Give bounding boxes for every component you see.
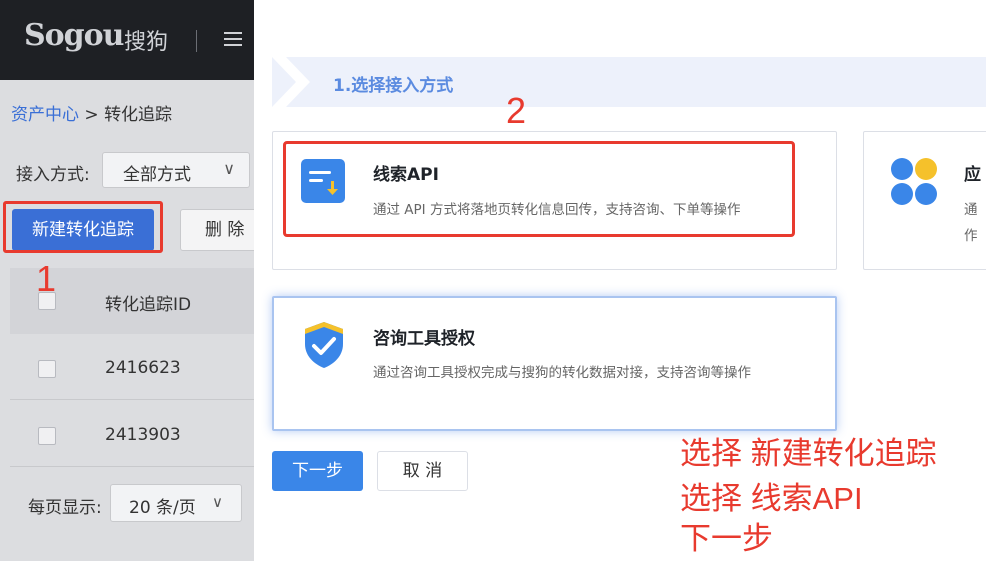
app-grid-icon (891, 158, 937, 205)
step-chevron-icon (272, 57, 310, 107)
card-title: 咨询工具授权 (373, 329, 475, 349)
left-panel: Sogou 搜狗 资产中心 > 转化追踪 接入方式: 全部方式 ∨ 新建转化追踪… (0, 0, 260, 561)
row-id: 2416623 (105, 358, 181, 378)
card-consult-tool-auth[interactable]: 咨询工具授权 通过咨询工具授权完成与搜狗的转化数据对接，支持咨询等操作 (272, 296, 837, 431)
column-header-id: 转化追踪ID (105, 295, 192, 315)
annotation-instruction: 选择 线索API (680, 481, 863, 516)
annotation-instruction: 下一步 (680, 521, 773, 556)
topbar-divider (196, 30, 197, 52)
breadcrumb-separator: > (79, 105, 105, 125)
page-size-value: 20 条/页 (129, 498, 196, 518)
card-description: 通 (964, 202, 978, 218)
breadcrumb-asset-center[interactable]: 资产中心 (11, 105, 79, 125)
hamburger-menu-icon[interactable] (224, 32, 242, 46)
row-checkbox[interactable] (38, 360, 56, 378)
row-id: 2413903 (105, 425, 181, 445)
page-size-label: 每页显示: (28, 498, 102, 518)
top-navbar: Sogou 搜狗 (0, 0, 254, 80)
annotation-instruction: 选择 新建转化追踪 (680, 436, 937, 471)
card-app[interactable]: 应 通 作 (863, 131, 986, 270)
table-row: 2416623 (10, 334, 254, 400)
annotation-number-2: 2 (506, 90, 527, 131)
annotation-highlight-lead-api (283, 141, 795, 237)
next-step-button[interactable]: 下一步 (272, 451, 363, 491)
sogou-logo[interactable]: Sogou (24, 18, 124, 53)
annotation-highlight-create (3, 201, 163, 253)
access-method-select[interactable]: 全部方式 ∨ (102, 152, 250, 188)
row-checkbox[interactable] (38, 427, 56, 445)
breadcrumb-current: 转化追踪 (104, 105, 173, 125)
chevron-down-icon: ∨ (223, 159, 235, 178)
access-method-value: 全部方式 (123, 165, 191, 185)
breadcrumb: 资产中心 > 转化追踪 (11, 100, 172, 125)
shield-check-icon (305, 322, 343, 368)
table-row: 2413903 (10, 401, 254, 467)
card-description: 作 (964, 228, 978, 244)
page-size-select[interactable]: 20 条/页 ∨ (110, 484, 242, 522)
step-title: 1.选择接入方式 (333, 76, 454, 96)
access-method-label: 接入方式: (16, 165, 90, 185)
sogou-logo-cn: 搜狗 (124, 30, 169, 55)
cancel-button[interactable]: 取 消 (377, 451, 468, 491)
card-title: 应 (964, 165, 981, 185)
delete-button[interactable]: 删 除 (180, 209, 260, 251)
card-description: 通过咨询工具授权完成与搜狗的转化数据对接，支持咨询等操作 (373, 365, 751, 381)
access-method-drawer: 1.选择接入方式 2 线索API 通过 API 方式将落地页转化信息回传，支持咨… (254, 0, 986, 561)
chevron-down-icon: ∨ (212, 493, 223, 511)
annotation-number-1: 1 (36, 258, 57, 299)
